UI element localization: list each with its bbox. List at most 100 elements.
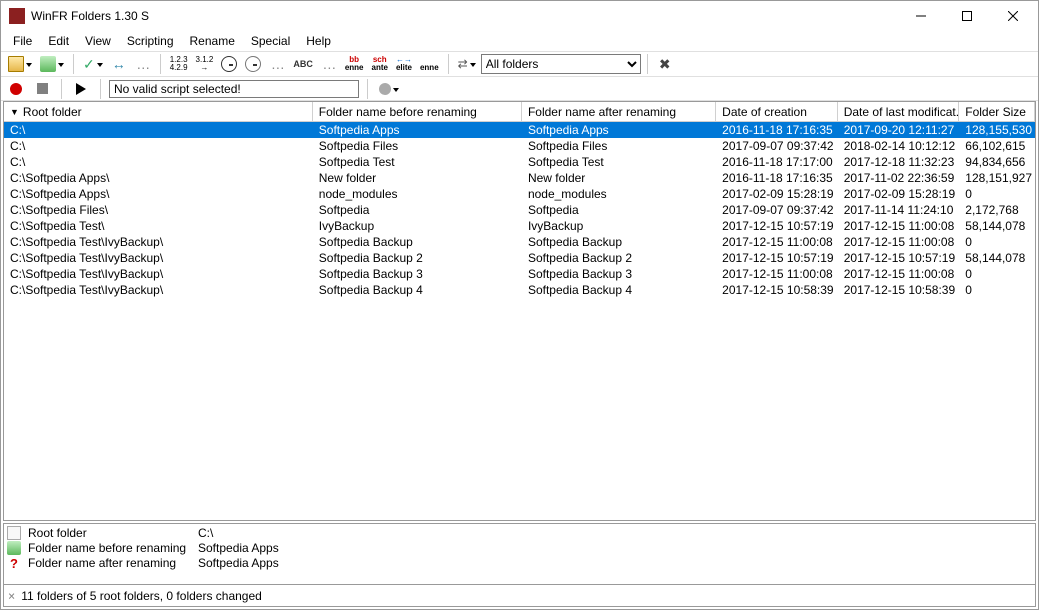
table-cell: C:\Softpedia Test\IvyBackup\ xyxy=(4,266,313,282)
table-cell: 0 xyxy=(959,266,1035,282)
table-row[interactable]: C:\Softpedia Files\SoftpediaSoftpedia201… xyxy=(4,202,1035,218)
table-cell: C:\ xyxy=(4,122,313,138)
col-after[interactable]: Folder name after renaming xyxy=(522,102,716,121)
check-icon: ✓ xyxy=(83,57,95,71)
table-row[interactable]: C:\Softpedia FilesSoftpedia Files2017-09… xyxy=(4,138,1035,154)
table-body[interactable]: C:\Softpedia AppsSoftpedia Apps2016-11-1… xyxy=(4,122,1035,520)
dots-button[interactable]: … xyxy=(132,53,154,75)
table-cell: 0 xyxy=(959,282,1035,298)
col-created[interactable]: Date of creation xyxy=(716,102,838,121)
dots2-button[interactable]: … xyxy=(266,53,288,75)
swap-icon: ↔ xyxy=(112,56,126,72)
stop-button[interactable] xyxy=(31,78,53,100)
table-row[interactable]: C:\Softpedia Test\IvyBackup\ Softpedia Ba… xyxy=(4,266,1035,282)
table-cell: 2017-12-15 11:00:08 xyxy=(716,234,838,250)
renumber-mode-button[interactable]: 3.1.2→ xyxy=(193,53,217,75)
open-folder-button[interactable] xyxy=(5,53,35,75)
table-cell: C:\Softpedia Test\IvyBackup\ xyxy=(4,282,313,298)
elite-button[interactable]: ←→elite xyxy=(393,53,415,75)
menu-view[interactable]: View xyxy=(77,32,119,50)
table-cell: 2017-12-15 10:57:19 xyxy=(838,250,960,266)
table-cell: 58,144,078 xyxy=(959,250,1035,266)
refresh-detail-icon[interactable] xyxy=(7,541,21,555)
detail-icons: ? xyxy=(4,524,24,584)
table-row[interactable]: C:\Softpedia TestSoftpedia Test2016-11-1… xyxy=(4,154,1035,170)
table-cell: 0 xyxy=(959,234,1035,250)
menu-rename[interactable]: Rename xyxy=(182,32,243,50)
table-row[interactable]: C:\Softpedia Test\IvyBackup\Softpedia Ba… xyxy=(4,234,1035,250)
sch-ante-button[interactable]: schante xyxy=(369,53,391,75)
table-cell: Softpedia Backup 3 xyxy=(522,266,716,282)
maximize-button[interactable] xyxy=(944,1,990,31)
abc-button[interactable]: ABC xyxy=(290,53,316,75)
table-row[interactable]: C:\Softpedia Apps\node_modulesnode_modul… xyxy=(4,186,1035,202)
minimize-button[interactable] xyxy=(898,1,944,31)
tools-button[interactable]: ✖ xyxy=(654,53,676,75)
table-cell: 2017-11-14 11:24:10 xyxy=(838,202,960,218)
close-button[interactable] xyxy=(990,1,1036,31)
col-modified[interactable]: Date of last modificat... xyxy=(838,102,960,121)
status-text: 11 folders of 5 root folders, 0 folders … xyxy=(21,589,262,603)
window-title: WinFR Folders 1.30 S xyxy=(31,9,898,23)
stop-icon xyxy=(37,83,48,94)
help-icon[interactable]: ? xyxy=(7,556,21,570)
clock-icon xyxy=(221,56,237,72)
gray-dot-button[interactable] xyxy=(376,78,402,100)
record-button[interactable] xyxy=(5,78,27,100)
menu-file[interactable]: File xyxy=(5,32,40,50)
menu-special[interactable]: Special xyxy=(243,32,298,50)
table-cell: Softpedia Files xyxy=(313,138,522,154)
number-mode-button[interactable]: 1.2.34.2.9 xyxy=(167,53,191,75)
table-cell: 128,155,530 xyxy=(959,122,1035,138)
enne-button[interactable]: enne xyxy=(417,53,442,75)
table-cell: Softpedia Backup xyxy=(313,234,522,250)
table-cell: 94,834,656 xyxy=(959,154,1035,170)
table-cell: 2018-02-14 10:12:12 xyxy=(838,138,960,154)
col-root-folder[interactable]: ▼Root folder xyxy=(4,102,313,121)
table-row[interactable]: C:\Softpedia AppsSoftpedia Apps2016-11-1… xyxy=(4,122,1035,138)
clock1-button[interactable] xyxy=(218,53,240,75)
bb-enne-button[interactable]: bbenne xyxy=(342,53,367,75)
table-cell: 66,102,615 xyxy=(959,138,1035,154)
table-cell: Softpedia xyxy=(522,202,716,218)
table-cell: C:\Softpedia Apps\ xyxy=(4,186,313,202)
col-before[interactable]: Folder name before renaming xyxy=(313,102,522,121)
table-cell: 2017-02-09 15:28:19 xyxy=(838,186,960,202)
table-cell: 2017-02-09 15:28:19 xyxy=(716,186,838,202)
check-button[interactable]: ✓ xyxy=(80,53,106,75)
refresh-button[interactable] xyxy=(37,53,67,75)
status-close-icon[interactable]: × xyxy=(8,589,15,603)
table-cell: 2017-11-02 22:36:59 xyxy=(838,170,960,186)
clock2-button[interactable] xyxy=(242,53,264,75)
separator xyxy=(448,54,449,74)
play-button[interactable] xyxy=(70,78,92,100)
folder-filter-select[interactable]: All folders xyxy=(481,54,641,74)
status-bar: × 11 folders of 5 root folders, 0 folder… xyxy=(3,585,1036,607)
table-row[interactable]: C:\Softpedia Test\IvyBackup\Softpedia Ba… xyxy=(4,250,1035,266)
menu-help[interactable]: Help xyxy=(298,32,339,50)
table-cell: C:\Softpedia Test\IvyBackup\ xyxy=(4,234,313,250)
arrows-button[interactable]: ⇄ xyxy=(455,53,479,75)
script-status-box[interactable]: No valid script selected! xyxy=(109,80,359,98)
dots3-button[interactable]: … xyxy=(318,53,340,75)
detail-panel: ? Root folderC:\ Folder name before rena… xyxy=(3,523,1036,585)
renumber-icon: 3.1.2→ xyxy=(196,56,214,72)
col-size[interactable]: Folder Size xyxy=(959,102,1035,121)
separator xyxy=(73,54,74,74)
separator xyxy=(61,79,62,99)
table-cell: 2016-11-18 17:17:00 xyxy=(716,154,838,170)
table-cell: 2,172,768 xyxy=(959,202,1035,218)
table-row[interactable]: C:\Softpedia Test\IvyBackup\Softpedia Ba… xyxy=(4,282,1035,298)
table-cell: C:\Softpedia Files\ xyxy=(4,202,313,218)
table-row[interactable]: C:\Softpedia Apps\New folderNew folder20… xyxy=(4,170,1035,186)
swap-button[interactable]: ↔ xyxy=(108,53,130,75)
table-cell: Softpedia Backup 4 xyxy=(313,282,522,298)
doc-icon[interactable] xyxy=(7,526,21,540)
table-cell: 128,151,927 xyxy=(959,170,1035,186)
table-row[interactable]: C:\Softpedia Test\IvyBackupIvyBackup2017… xyxy=(4,218,1035,234)
record-icon xyxy=(10,83,22,95)
menu-scripting[interactable]: Scripting xyxy=(119,32,182,50)
table-cell: C:\ xyxy=(4,138,313,154)
menu-edit[interactable]: Edit xyxy=(40,32,77,50)
number-icon: 1.2.34.2.9 xyxy=(170,56,188,72)
